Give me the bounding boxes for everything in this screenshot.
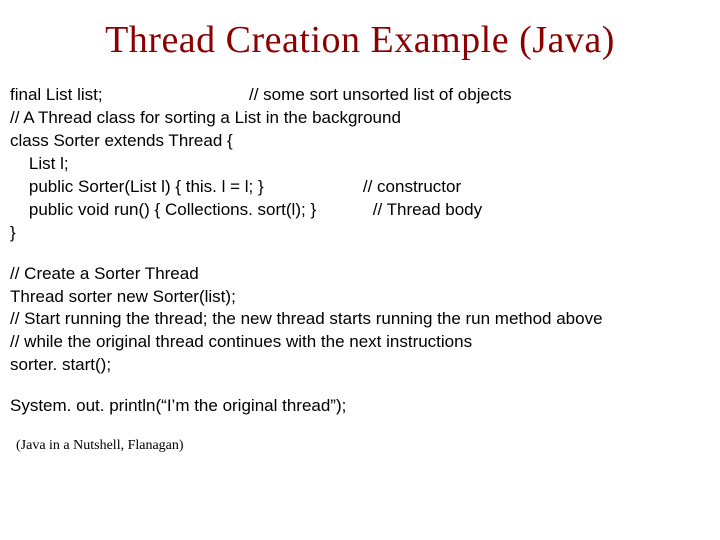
code-block-2: // Create a Sorter Thread Thread sorter … bbox=[10, 263, 710, 378]
citation: (Java in a Nutshell, Flanagan) bbox=[10, 438, 710, 454]
slide-title: Thread Creation Example (Java) bbox=[10, 18, 710, 62]
code-block-1: final List list; // some sort unsorted l… bbox=[10, 84, 710, 245]
slide-container: Thread Creation Example (Java) final Lis… bbox=[0, 0, 720, 540]
code-block-3: System. out. println(“I’m the original t… bbox=[10, 395, 710, 418]
